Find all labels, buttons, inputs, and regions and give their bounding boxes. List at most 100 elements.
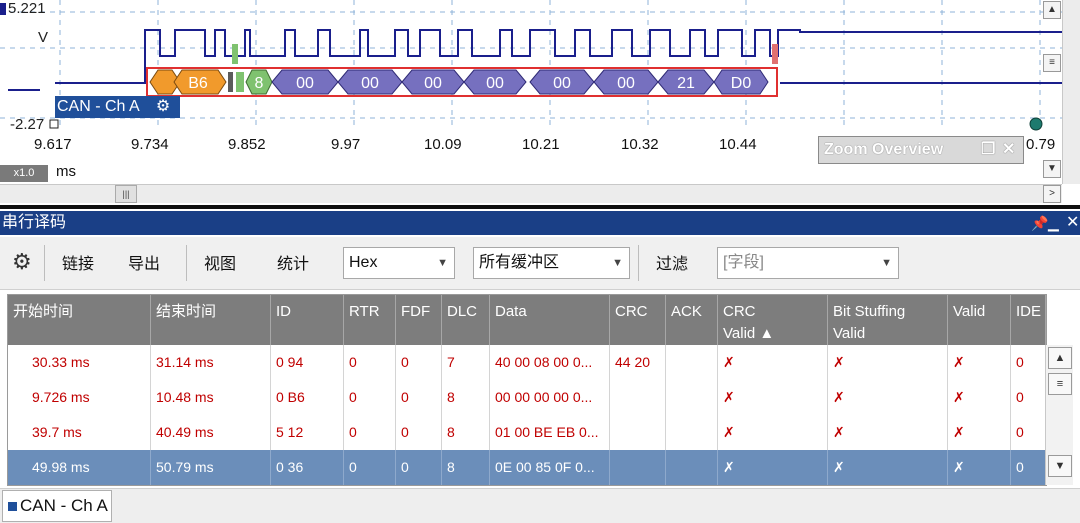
cell-rtr: 0	[344, 345, 396, 380]
column-header[interactable]: IDE	[1011, 295, 1046, 345]
scroll-down-button[interactable]: ▼	[1048, 455, 1072, 477]
cell-end-time: 40.49 ms	[151, 415, 271, 450]
ruler-handle[interactable]	[1029, 117, 1043, 131]
cell-id: 0 B6	[271, 380, 344, 415]
cell-dlc: 7	[442, 345, 490, 380]
scroll-grip[interactable]: ≡	[1048, 373, 1072, 395]
cell-crc-valid: ✗	[718, 345, 828, 380]
cell-fdf: 0	[396, 345, 442, 380]
packet-label: 21	[677, 75, 695, 92]
view-button[interactable]: 视图	[204, 250, 236, 274]
column-header[interactable]: 开始时间	[8, 295, 151, 345]
gear-icon[interactable]: ⚙	[154, 98, 172, 116]
packet-label: B6	[188, 75, 208, 92]
cell-id: 0 94	[271, 345, 344, 380]
cell-crc-valid: ✗	[718, 450, 828, 485]
scroll-up-button[interactable]: ▲	[1043, 1, 1061, 19]
scroll-grip[interactable]: ≡	[1043, 54, 1061, 72]
column-header[interactable]: Data	[490, 295, 610, 345]
scroll-down-button[interactable]: ▼	[1043, 160, 1061, 178]
table-header: 开始时间 结束时间 ID RTR FDF DLC Data CRC ACK CR…	[8, 295, 1046, 345]
cell-crc	[610, 450, 666, 485]
link-button[interactable]: 链接	[62, 250, 94, 274]
restore-icon[interactable]: ❐	[981, 137, 995, 163]
cell-end-time: 50.79 ms	[151, 450, 271, 485]
packet-label: D0	[731, 75, 752, 92]
waveform-view[interactable]: B6 8 00 00 00 00 00 00 21 D0 5.221 V -2.…	[0, 0, 1080, 207]
table-row-selected[interactable]: 49.98 ms 50.79 ms 0 36 0 0 8 0E 00 85 0F…	[8, 450, 1046, 485]
ruler-handle-left[interactable]	[49, 119, 59, 129]
scroll-thumb[interactable]: |||	[115, 185, 137, 203]
column-header[interactable]: ID	[271, 295, 344, 345]
panel-title: 串行译码	[2, 214, 67, 231]
vertical-scrollbar[interactable]	[1062, 0, 1080, 184]
format-value: Hex	[349, 254, 378, 271]
filter-button[interactable]: 过滤	[656, 250, 688, 274]
scroll-right-button[interactable]: >	[1043, 185, 1061, 203]
time-tick: 9.734	[131, 136, 169, 153]
column-header[interactable]: 结束时间	[151, 295, 271, 345]
y-axis-unit: V	[38, 29, 49, 46]
minimize-icon[interactable]: ▁	[1048, 211, 1059, 235]
table-row[interactable]: 9.726 ms 10.48 ms 0 B6 0 0 8 00 00 00 00…	[8, 380, 1046, 416]
cell-id: 5 12	[271, 415, 344, 450]
column-header[interactable]: RTR	[344, 295, 396, 345]
cell-bit-stuffing-valid: ✗	[828, 345, 948, 380]
zoom-overview-panel[interactable]: Zoom Overview ❐ ✕	[818, 136, 1024, 164]
stats-button[interactable]: 统计	[277, 250, 309, 274]
column-header-sorted[interactable]: CRC Valid ▲	[718, 295, 828, 345]
zoom-factor[interactable]: x1.0	[0, 165, 48, 182]
pin-icon[interactable]: 📌	[1031, 211, 1048, 235]
column-header[interactable]: Valid	[948, 295, 1011, 345]
format-select[interactable]: Hex ▼	[343, 247, 455, 279]
decode-packets[interactable]	[149, 69, 769, 95]
cell-ack	[666, 450, 718, 485]
cell-end-time: 10.48 ms	[151, 380, 271, 415]
table-row[interactable]: 39.7 ms 40.49 ms 5 12 0 0 8 01 00 BE EB …	[8, 415, 1046, 451]
rtr-marker	[232, 44, 238, 64]
cell-ide: 0	[1011, 450, 1046, 485]
field-select[interactable]: [字段] ▼	[717, 247, 899, 279]
column-header[interactable]: CRC	[610, 295, 666, 345]
column-header[interactable]: FDF	[396, 295, 442, 345]
channel-tab[interactable]: CAN - Ch A	[2, 490, 112, 522]
buffer-select[interactable]: 所有缓冲区 ▼	[473, 247, 630, 279]
table-row[interactable]: 30.33 ms 31.14 ms 0 94 0 0 7 40 00 08 00…	[8, 345, 1046, 381]
cell-crc-valid: ✗	[718, 415, 828, 450]
cell-valid: ✗	[948, 380, 1011, 415]
decode-table[interactable]: 开始时间 结束时间 ID RTR FDF DLC Data CRC ACK CR…	[7, 294, 1047, 486]
table-vertical-scrollbar[interactable]: ▲ ≡ ▼	[1045, 345, 1073, 485]
gear-icon[interactable]: ⚙	[12, 249, 32, 275]
cell-ack	[666, 415, 718, 450]
time-unit: ms	[56, 163, 76, 180]
packet-label: 00	[553, 75, 571, 92]
cell-rtr: 0	[344, 380, 396, 415]
cell-ide: 0	[1011, 415, 1046, 450]
zoom-overview-title: Zoom Overview	[824, 141, 944, 158]
close-icon[interactable]: ✕	[1066, 211, 1079, 235]
time-tick: 9.617	[34, 136, 72, 153]
cell-ide: 0	[1011, 380, 1046, 415]
horizontal-scrollbar[interactable]	[0, 184, 1062, 203]
cell-bit-stuffing-valid: ✗	[828, 415, 948, 450]
chevron-down-icon: ▼	[612, 257, 623, 269]
cell-rtr: 0	[344, 415, 396, 450]
cell-fdf: 0	[396, 380, 442, 415]
panel-title-bar: 串行译码 📌 ▁ ✕	[0, 211, 1080, 235]
scroll-up-button[interactable]: ▲	[1048, 347, 1072, 369]
close-icon[interactable]: ✕	[1002, 137, 1015, 163]
time-tick: 10.44	[719, 136, 757, 153]
column-header[interactable]: ACK	[666, 295, 718, 345]
packet-label: 00	[617, 75, 635, 92]
column-header[interactable]: DLC	[442, 295, 490, 345]
cell-dlc: 8	[442, 415, 490, 450]
axis-marker	[0, 3, 6, 15]
chevron-down-icon: ▼	[437, 257, 448, 269]
column-header[interactable]: Bit Stuffing Valid	[828, 295, 948, 345]
packet-label: 8	[255, 75, 264, 92]
splitter[interactable]	[0, 205, 1080, 209]
export-button[interactable]: 导出	[128, 250, 160, 274]
cell-dlc: 8	[442, 380, 490, 415]
channel-label-text: CAN - Ch A	[57, 98, 140, 115]
cell-start-time: 30.33 ms	[8, 345, 151, 380]
